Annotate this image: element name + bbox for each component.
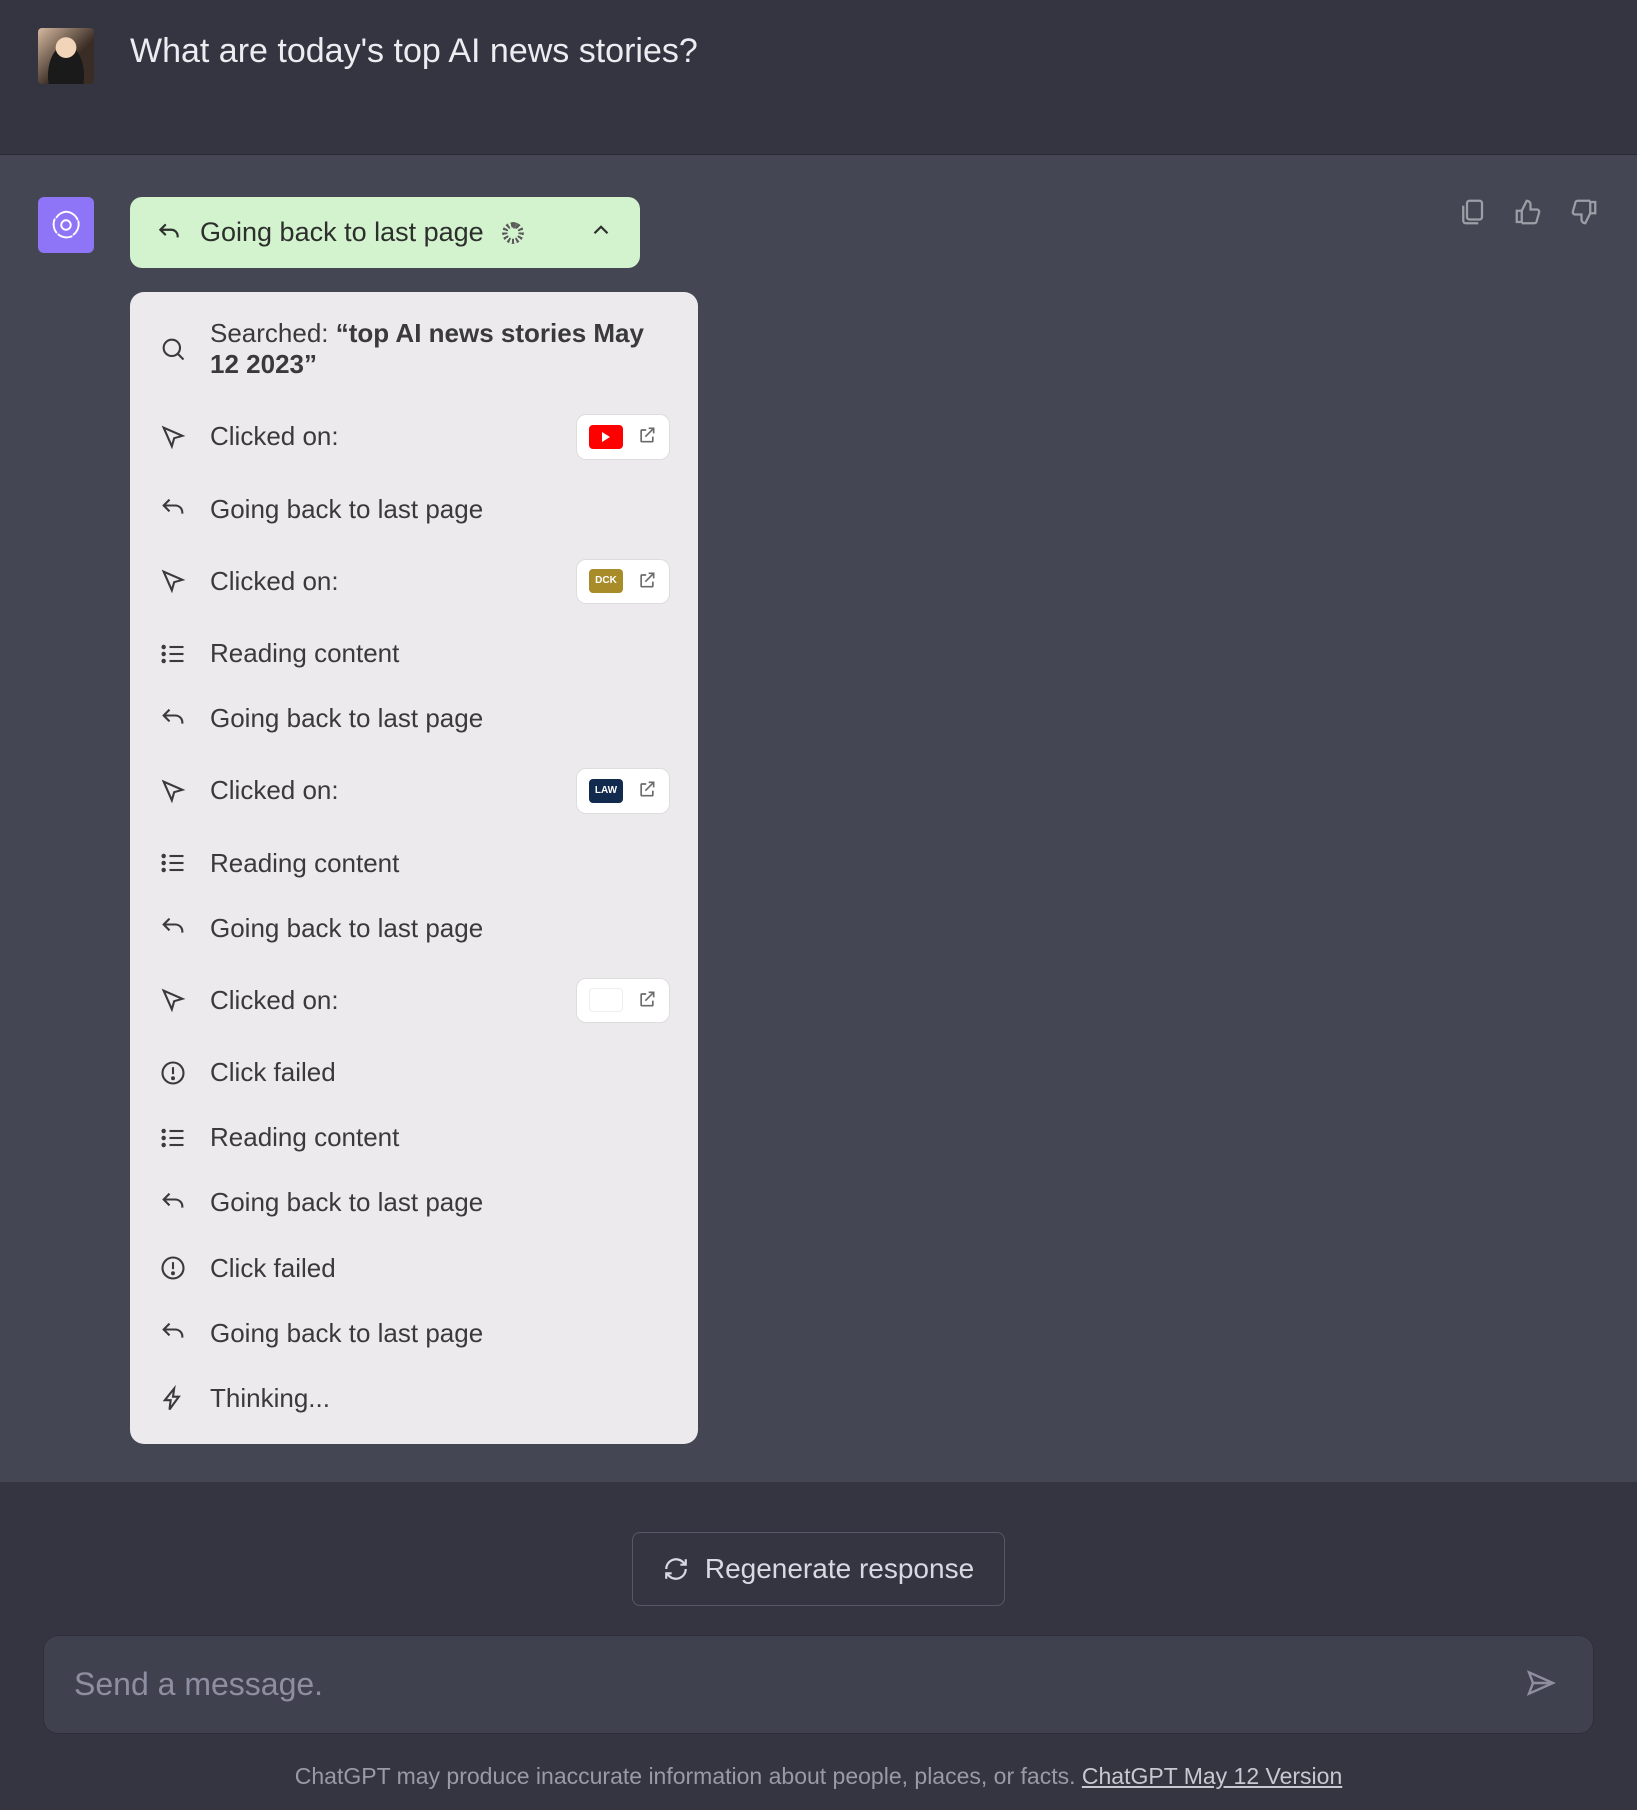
thumbs-down-icon[interactable]	[1569, 197, 1599, 227]
cursor-icon	[158, 422, 188, 452]
browsing-step: Click failed	[158, 1057, 670, 1088]
external-link-icon	[637, 421, 657, 452]
step-label: Going back to last page	[210, 1318, 670, 1349]
back-icon	[158, 704, 188, 734]
browsing-step: Going back to last page	[158, 703, 670, 734]
step-label: Click failed	[210, 1057, 670, 1088]
browsing-step: Reading content	[158, 848, 670, 879]
regenerate-label: Regenerate response	[705, 1553, 974, 1585]
step-label: Clicked on:	[210, 421, 550, 452]
loading-spinner-icon	[502, 222, 524, 244]
browsing-step: Clicked on: LAW	[158, 768, 670, 813]
composer-area: Regenerate response ChatGPT may produce …	[0, 1482, 1637, 1810]
step-label: Going back to last page	[210, 494, 670, 525]
browsing-steps-panel: Searched: “top AI news stories May 12 20…	[130, 292, 698, 1444]
version-link[interactable]: ChatGPT May 12 Version	[1082, 1763, 1342, 1789]
bolt-icon	[158, 1384, 188, 1414]
cursor-icon	[158, 566, 188, 596]
browsing-step: Going back to last page	[158, 1187, 670, 1218]
footer-note: ChatGPT may produce inaccurate informati…	[295, 1763, 1343, 1790]
site-chip[interactable]: CRN	[576, 978, 670, 1023]
list-icon	[158, 848, 188, 878]
step-label: Searched: “top AI news stories May 12 20…	[210, 318, 670, 380]
step-label: Click failed	[210, 1253, 670, 1284]
browsing-step: Clicked on:	[158, 414, 670, 459]
favicon-icon: DCK	[589, 569, 623, 593]
cursor-icon	[158, 985, 188, 1015]
step-label: Thinking...	[210, 1383, 670, 1414]
user-message-row: What are today's top AI news stories?	[0, 0, 1637, 155]
browsing-step: Searched: “top AI news stories May 12 20…	[158, 318, 670, 380]
footer-text: ChatGPT may produce inaccurate informati…	[295, 1763, 1082, 1789]
status-label: Going back to last page	[200, 219, 484, 246]
step-label: Going back to last page	[210, 1187, 670, 1218]
openai-logo-icon	[47, 206, 85, 244]
search-icon	[158, 334, 188, 364]
browsing-status-pill[interactable]: Going back to last page	[130, 197, 640, 268]
back-icon	[158, 913, 188, 943]
feedback-icons	[1457, 197, 1599, 227]
step-label: Clicked on:	[210, 775, 550, 806]
thumbs-up-icon[interactable]	[1513, 197, 1543, 227]
favicon-icon: CRN	[589, 988, 623, 1012]
message-composer[interactable]	[44, 1636, 1593, 1733]
step-label: Reading content	[210, 848, 670, 879]
step-label: Going back to last page	[210, 703, 670, 734]
refresh-icon	[663, 1556, 689, 1582]
list-icon	[158, 1123, 188, 1153]
send-icon	[1525, 1667, 1557, 1699]
browsing-step: Click failed	[158, 1253, 670, 1284]
step-label: Clicked on:	[210, 566, 550, 597]
list-icon	[158, 639, 188, 669]
step-label: Reading content	[210, 638, 670, 669]
site-chip[interactable]: LAW	[576, 768, 670, 813]
external-link-icon	[637, 775, 657, 806]
regenerate-button[interactable]: Regenerate response	[632, 1532, 1005, 1606]
site-chip[interactable]: DCK	[576, 559, 670, 604]
back-icon	[158, 1188, 188, 1218]
browsing-step: Clicked on: CRN	[158, 978, 670, 1023]
external-link-icon	[637, 985, 657, 1016]
back-arrow-icon	[156, 220, 182, 246]
browsing-step: Clicked on: DCK	[158, 559, 670, 604]
message-input[interactable]	[74, 1666, 1519, 1703]
browsing-step: Reading content	[158, 638, 670, 669]
alert-icon	[158, 1058, 188, 1088]
browsing-step: Going back to last page	[158, 494, 670, 525]
browsing-step: Reading content	[158, 1122, 670, 1153]
step-label: Reading content	[210, 1122, 670, 1153]
user-avatar	[38, 28, 94, 84]
alert-icon	[158, 1253, 188, 1283]
back-icon	[158, 494, 188, 524]
cursor-icon	[158, 776, 188, 806]
favicon-icon	[589, 425, 623, 449]
browsing-step: Going back to last page	[158, 913, 670, 944]
back-icon	[158, 1318, 188, 1348]
favicon-icon: LAW	[589, 779, 623, 803]
external-link-icon	[637, 566, 657, 597]
collapse-caret-icon[interactable]	[588, 217, 614, 248]
send-button[interactable]	[1519, 1667, 1563, 1702]
copy-icon[interactable]	[1457, 197, 1487, 227]
browsing-step: Going back to last page	[158, 1318, 670, 1349]
site-chip[interactable]	[576, 414, 670, 459]
browsing-step: Thinking...	[158, 1383, 670, 1414]
assistant-avatar	[38, 197, 94, 253]
user-message-text: What are today's top AI news stories?	[130, 28, 698, 71]
step-label: Going back to last page	[210, 913, 670, 944]
assistant-message-row: Going back to last page Searched: “top A…	[0, 155, 1637, 1482]
step-label: Clicked on:	[210, 985, 550, 1016]
